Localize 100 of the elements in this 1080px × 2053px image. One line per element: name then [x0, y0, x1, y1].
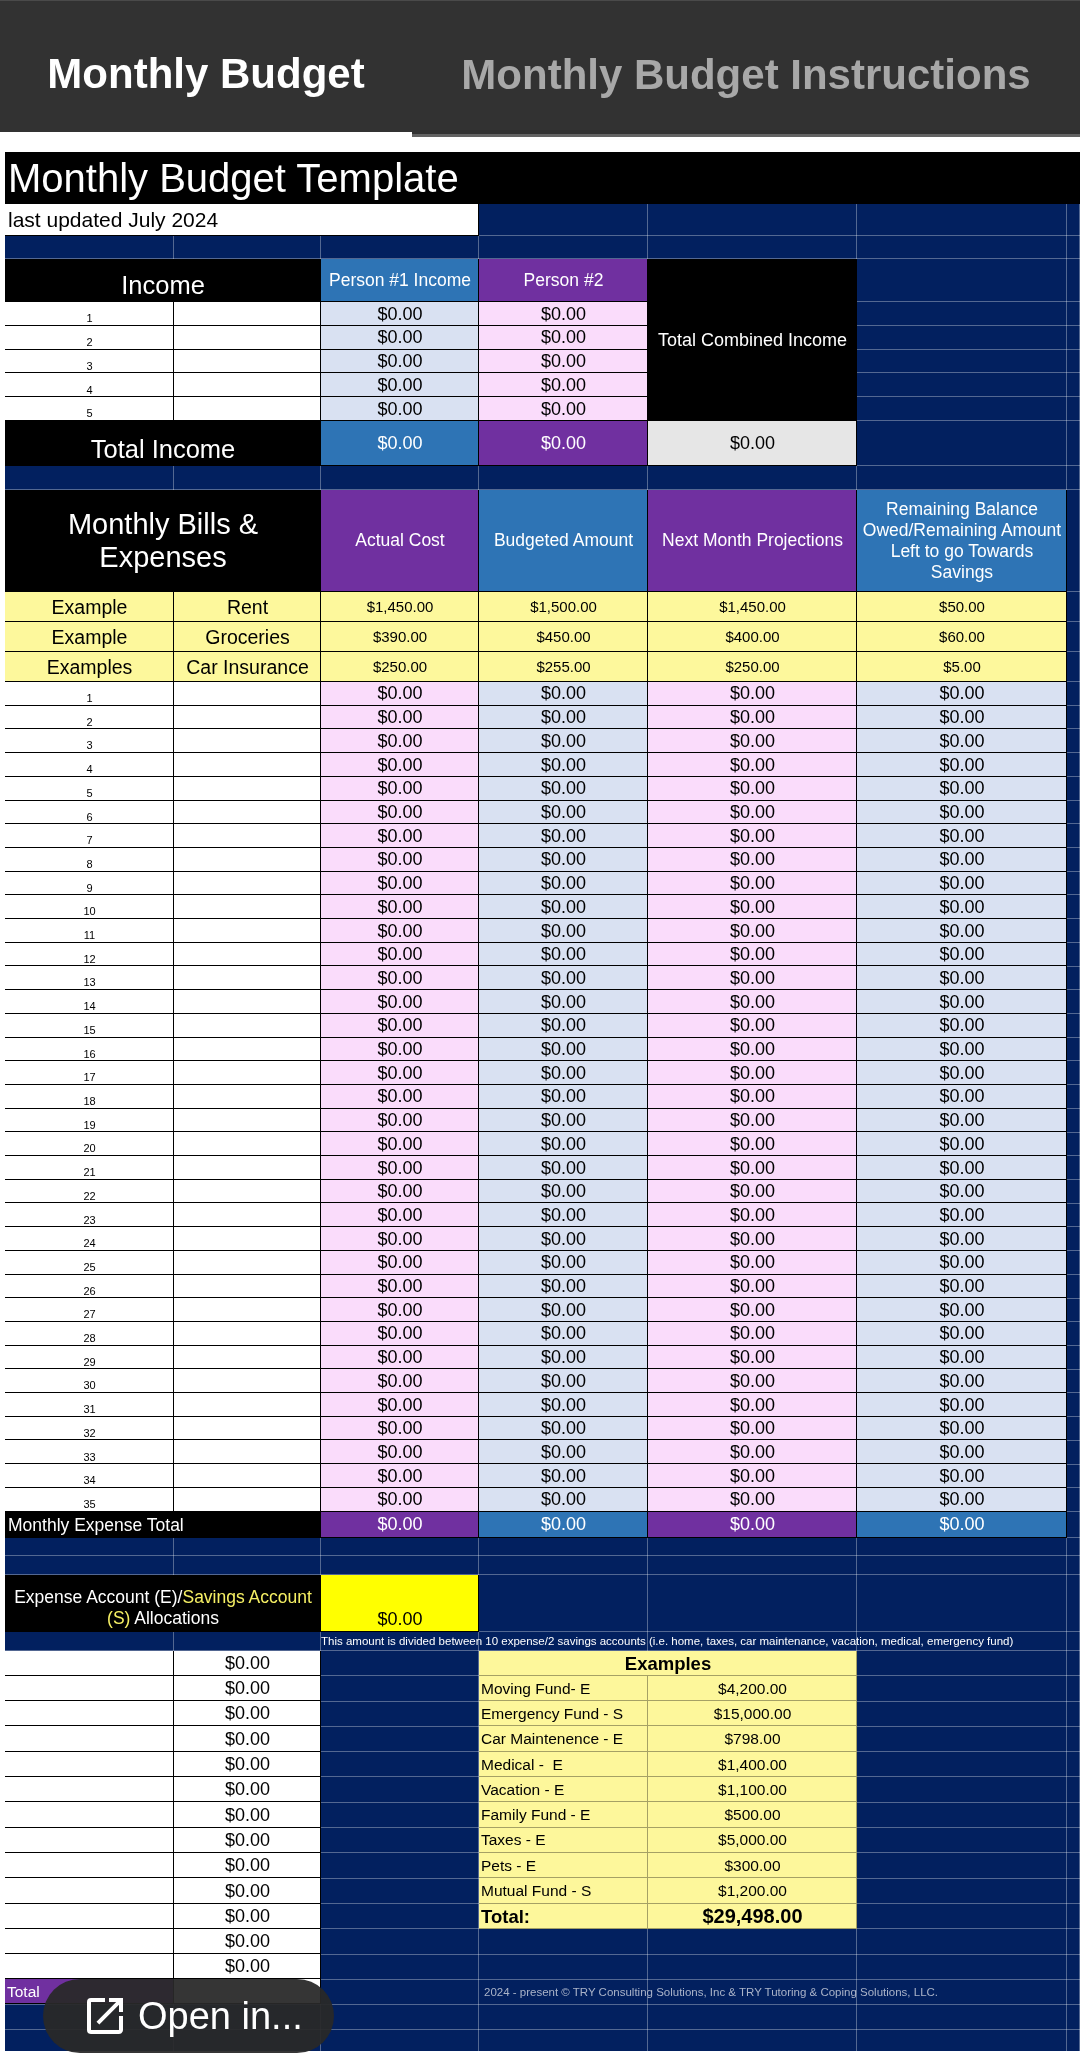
- amount-cell: $0.00: [648, 1298, 857, 1322]
- amount-cell: $0.00: [648, 1464, 857, 1488]
- amount-cell: $0.00: [857, 1464, 1067, 1488]
- row-number: 29: [5, 1345, 174, 1370]
- amount-cell: $0.00: [857, 1227, 1067, 1251]
- fund-label: Mutual Fund - S: [479, 1878, 648, 1904]
- example-item: Groceries: [174, 622, 321, 652]
- amount-cell: $0.00: [648, 1416, 857, 1441]
- amount-cell: $0.00: [321, 942, 479, 967]
- row-number: 7: [5, 824, 174, 848]
- amount-cell: $0.00: [857, 729, 1067, 754]
- amount-cell: $0.00: [479, 1369, 648, 1394]
- row-number: 5: [5, 397, 174, 421]
- amount-cell: $0.00: [648, 1061, 857, 1085]
- allocation-value: $0.00: [174, 1650, 321, 1676]
- amount-cell: $0.00: [321, 1274, 479, 1299]
- amount-cell: $0.00: [321, 1416, 479, 1441]
- amount-cell: $0.00: [648, 1274, 857, 1299]
- example-amount: $390.00: [321, 622, 479, 652]
- amount-cell: $0.00: [479, 776, 648, 801]
- amount-cell: $0.00: [857, 966, 1067, 991]
- amount-cell: $0.00: [479, 682, 648, 706]
- amount-cell: $0.00: [648, 1179, 857, 1204]
- amount-cell: $0.00: [321, 1037, 479, 1062]
- bills-heading: Monthly Bills & Expenses: [5, 490, 321, 592]
- row-number: 26: [5, 1274, 174, 1299]
- column-header: Actual Cost: [321, 490, 479, 592]
- row-number: 12: [5, 942, 174, 967]
- amount-cell: $0.00: [479, 942, 648, 967]
- row-number: 16: [5, 1037, 174, 1062]
- amount-cell: $0.00: [479, 1132, 648, 1157]
- row-number: 30: [5, 1369, 174, 1394]
- amount-cell: $0.00: [857, 1037, 1067, 1062]
- amount-cell: $0.00: [479, 871, 648, 896]
- row-number: 19: [5, 1108, 174, 1133]
- amount-cell: $0.00: [479, 919, 648, 943]
- amount-cell: $0.00: [321, 1369, 479, 1394]
- example-label: Example: [5, 592, 174, 622]
- amount-cell: $0.00: [857, 1156, 1067, 1180]
- amount-cell: $0.00: [321, 1250, 479, 1275]
- amount-cell: $0.00: [321, 824, 479, 848]
- fund-amount: $15,000.00: [648, 1701, 857, 1727]
- amount-cell: $0.00: [479, 1416, 648, 1441]
- amount-cell: $0.00: [857, 1298, 1067, 1322]
- amount-cell: $0.00: [321, 1298, 479, 1322]
- open-in-button[interactable]: Open in...: [43, 1979, 334, 2053]
- amount-cell: $0.00: [648, 1227, 857, 1251]
- amount-cell: $0.00: [479, 1298, 648, 1322]
- amount-cell: $0.00: [479, 1393, 648, 1417]
- row-number: 20: [5, 1132, 174, 1157]
- amount-cell: $0.00: [321, 682, 479, 706]
- amount-cell: $0.00: [857, 942, 1067, 967]
- example-amount: $250.00: [321, 652, 479, 682]
- amount-cell: $0.00: [479, 847, 648, 872]
- amount-cell: $0.00: [857, 1393, 1067, 1417]
- allocation-value: $0.00: [174, 1726, 321, 1752]
- expense-total-label: Monthly Expense Total: [5, 1511, 321, 1538]
- fund-amount: $798.00: [648, 1726, 857, 1752]
- amount-cell: $0.00: [648, 847, 857, 872]
- amount-cell: $0.00: [648, 729, 857, 754]
- amount-cell: $0.00: [648, 990, 857, 1014]
- total-amount: $0.00: [321, 421, 479, 466]
- row-number: 25: [5, 1250, 174, 1275]
- allocation-amount: $0.00: [321, 1574, 479, 1632]
- column-header: Person #1 Income: [321, 259, 479, 302]
- copyright-text: 2024 - present © TRY Consulting Solutions, Inc & TRY Tutoring & Coping Solutions, LLC.: [483, 1984, 940, 2000]
- example-amount: $255.00: [479, 652, 648, 682]
- row-number: 23: [5, 1203, 174, 1228]
- amount-cell: $0.00: [648, 1487, 857, 1512]
- allocation-value: $0.00: [174, 1675, 321, 1702]
- amount-cell: $0.00: [648, 1156, 857, 1180]
- amount-cell: $0.00: [648, 942, 857, 967]
- amount-cell: $0.00: [479, 373, 648, 398]
- amount-cell: $0.00: [321, 753, 479, 777]
- row-number: 28: [5, 1321, 174, 1346]
- row-number: 17: [5, 1061, 174, 1085]
- amount-cell: $0.00: [321, 776, 479, 801]
- row-number: 22: [5, 1179, 174, 1204]
- amount-cell: $0.00: [857, 705, 1067, 730]
- total-amount: $0.00: [648, 421, 857, 466]
- amount-cell: $0.00: [857, 753, 1067, 777]
- fund-label: Emergency Fund - S: [479, 1701, 648, 1727]
- fund-amount: $1,400.00: [648, 1751, 857, 1778]
- amount-cell: $0.00: [857, 1179, 1067, 1204]
- allocation-value: $0.00: [174, 1903, 321, 1929]
- sheet-title: Monthly Budget Template: [5, 152, 1080, 204]
- amount-cell: $0.00: [857, 1013, 1067, 1038]
- example-amount: $60.00: [857, 622, 1067, 652]
- amount-cell: $0.00: [648, 705, 857, 730]
- amount-cell: $0.00: [648, 1084, 857, 1109]
- fund-amount: $4,200.00: [648, 1675, 857, 1702]
- amount-cell: $0.00: [857, 847, 1067, 872]
- examples-heading: Examples: [479, 1650, 857, 1676]
- amount-cell: $0.00: [321, 1464, 479, 1488]
- amount-cell: $0.00: [321, 729, 479, 754]
- allocation-value: $0.00: [174, 1751, 321, 1778]
- amount-cell: $0.00: [479, 705, 648, 730]
- row-number: 31: [5, 1393, 174, 1417]
- row-number: 27: [5, 1298, 174, 1322]
- amount-cell: $0.00: [648, 682, 857, 706]
